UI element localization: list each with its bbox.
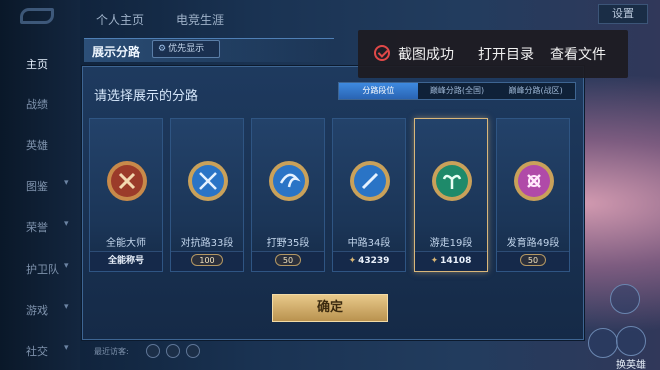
route-card[interactable]: 中路34段 ✦ 43239	[332, 118, 406, 272]
dialog-title: 展示分路	[92, 45, 141, 59]
route-card-name: 发育路49段	[506, 238, 560, 249]
sidebar-item[interactable]: 游戏 ▾	[0, 302, 80, 318]
chevron-down-icon: ▾	[64, 219, 69, 229]
route-card[interactable]: 游走19段 ✦ 14108	[414, 118, 488, 272]
filter-peak-region[interactable]: 巅峰分路(战区)	[496, 83, 575, 99]
screenshot-toast: 截图成功 打开目录 查看文件	[358, 30, 628, 78]
sidebar-item-label: 图鉴	[26, 180, 48, 193]
game-logo-icon	[20, 8, 54, 24]
skill-icon[interactable]	[610, 284, 640, 314]
jungle-rank-emblem-icon	[267, 159, 311, 203]
priority-display-button[interactable]: ⚙ 优先显示	[152, 40, 220, 58]
right-side-buttons: 换英雄	[580, 240, 660, 370]
settings-button[interactable]: 设置	[598, 4, 648, 24]
star-count-badge: 50	[519, 254, 547, 266]
route-card-name: 打野35段	[266, 238, 310, 249]
peak-score-value: 43239	[358, 256, 390, 266]
visitor-avatar-icon[interactable]	[146, 344, 160, 358]
sidebar-item[interactable]: 主页	[0, 56, 80, 72]
sidebar-item[interactable]: 英雄	[0, 137, 80, 153]
route-card[interactable]: 打野35段 50	[251, 118, 325, 272]
tab-esports-career[interactable]: 电竞生涯	[176, 11, 224, 28]
peak-score-icon: ✦	[430, 256, 439, 266]
peak-score-icon: ✦	[348, 256, 357, 266]
star-count-badge: 100	[191, 254, 223, 266]
sidebar-item-label: 社交	[26, 345, 48, 358]
sidebar-item-label: 游戏	[26, 304, 48, 317]
check-circle-icon	[374, 45, 390, 61]
route-card-name: 全能大师	[106, 238, 146, 249]
hero-swap-icon[interactable]	[616, 326, 646, 356]
filter-peak-national[interactable]: 巅峰分路(全国)	[418, 83, 497, 99]
star-count-badge: 50	[274, 254, 302, 266]
confirm-button[interactable]: 确定	[272, 294, 388, 322]
route-card-footer: ✦ 14108	[415, 251, 487, 271]
sidebar-item[interactable]: 社交 ▾	[0, 343, 80, 359]
route-card-footer: 50	[497, 251, 569, 271]
priority-label: 优先显示	[168, 44, 205, 54]
route-card-footer: ✦ 43239	[333, 251, 405, 271]
chevron-down-icon: ▾	[64, 343, 69, 353]
sidebar-item-label: 战绩	[26, 98, 48, 111]
sidebar: 主页战绩英雄图鉴 ▾ 荣誉 ▾ 护卫队 ▾ 游戏 ▾ 社交 ▾	[0, 0, 80, 370]
sidebar-item[interactable]: 图鉴 ▾	[0, 178, 80, 194]
sidebar-item-label: 护卫队	[26, 263, 59, 276]
view-file-button[interactable]: 查看文件	[550, 44, 606, 64]
visitor-avatar-icon[interactable]	[166, 344, 180, 358]
route-card-footer: 100	[171, 251, 243, 271]
route-card-footer: 50	[252, 251, 324, 271]
hero-swap-label: 换英雄	[616, 360, 646, 370]
recent-visitors-label: 最近访客:	[94, 347, 129, 356]
clash-rank-emblem-icon	[186, 159, 230, 203]
route-card[interactable]: 全能大师 全能称号	[89, 118, 163, 272]
visitor-avatar-icon[interactable]	[186, 344, 200, 358]
mid-rank-emblem-icon	[348, 159, 392, 203]
filter-route-rank[interactable]: 分路段位	[339, 83, 418, 99]
sidebar-item[interactable]: 护卫队 ▾	[0, 261, 80, 277]
route-filter-tabs: 分路段位 巅峰分路(全国) 巅峰分路(战区)	[338, 82, 576, 100]
route-card-name: 游走19段	[429, 238, 473, 249]
sidebar-item-label: 英雄	[26, 139, 48, 152]
action-icon[interactable]	[588, 328, 618, 358]
route-card-name: 中路34段	[347, 238, 391, 249]
sidebar-item-label: 主页	[26, 58, 48, 71]
peak-score-value: 14108	[440, 256, 472, 266]
title-label: 全能称号	[107, 256, 144, 266]
open-directory-button[interactable]: 打开目录	[478, 44, 534, 64]
chevron-down-icon: ▾	[64, 178, 69, 188]
chevron-down-icon: ▾	[64, 302, 69, 312]
route-card-name: 对抗路33段	[180, 238, 234, 249]
toast-success-text: 截图成功	[398, 47, 454, 63]
route-card-footer: 全能称号	[90, 251, 162, 271]
farm-rank-emblem-icon	[512, 159, 556, 203]
gear-icon: ⚙	[158, 44, 167, 54]
chevron-down-icon: ▾	[64, 261, 69, 271]
roam-rank-emblem-icon	[430, 159, 474, 203]
top-right-area: 设置	[520, 0, 660, 28]
dialog-subtitle: 请选择展示的分路	[94, 89, 199, 104]
allround-rank-emblem-icon	[105, 159, 149, 203]
route-card[interactable]: 对抗路33段 100	[170, 118, 244, 272]
route-card[interactable]: 发育路49段 50	[496, 118, 570, 272]
sidebar-item-label: 荣誉	[26, 221, 48, 234]
tab-personal-home[interactable]: 个人主页	[96, 11, 144, 28]
sidebar-item[interactable]: 荣誉 ▾	[0, 219, 80, 235]
sidebar-item[interactable]: 战绩	[0, 96, 80, 112]
